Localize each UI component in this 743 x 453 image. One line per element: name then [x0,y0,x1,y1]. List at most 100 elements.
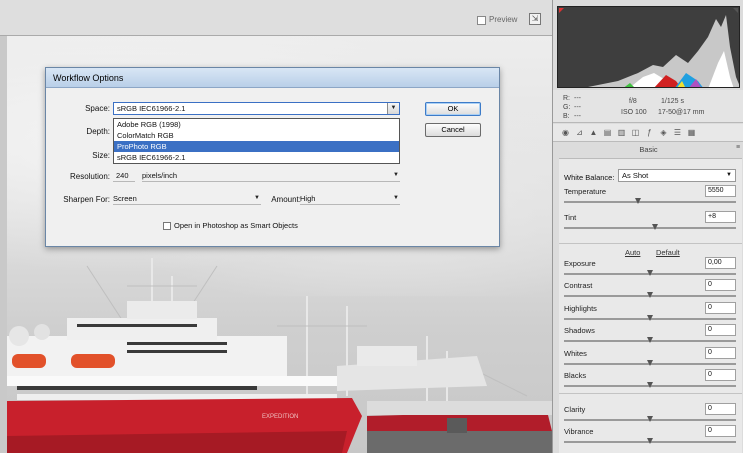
slider-label: Blacks [564,371,587,380]
white-balance-label: White Balance: [564,173,615,182]
slider-handle[interactable] [647,337,653,343]
ship-name: EXPEDITION [262,414,298,420]
slider-value-input[interactable]: 0 [705,324,736,336]
slider-track[interactable] [564,438,736,444]
resolution-label: Resolution: [69,172,110,181]
space-option-highlighted[interactable]: ProPhoto RGB [114,141,399,152]
slider-label: Whites [564,349,587,358]
slider-track[interactable] [564,315,736,321]
space-dropdown[interactable]: sRGB IEC61966-2.1 ▼ [113,102,400,115]
g-value: --- [574,104,581,111]
slider-track[interactable] [564,270,736,276]
basic-panel: White Balance: As Shot ▼ Temperature 5550… [559,158,742,453]
effects-icon[interactable]: ƒ [645,128,654,137]
basic-tab-icon[interactable]: ◉ [561,128,570,137]
dialog-title: Workflow Options [46,68,499,88]
aperture: f/8 [629,98,637,105]
slider-value-input[interactable]: 0,00 [705,257,736,269]
slider-handle[interactable] [647,292,653,298]
iso: ISO 100 [621,109,647,116]
auto-link[interactable]: Auto [625,248,640,257]
preview-label: Preview [489,15,518,24]
lens-corrections-icon[interactable]: ◫ [631,128,640,137]
tone-curve-icon[interactable]: ⊿ [575,128,584,137]
camera-raw-panel: R: --- G: --- B: --- f/8 1/125 s ISO 100… [552,0,743,453]
slider-handle[interactable] [647,416,653,422]
slider-value-input[interactable]: 0 [705,403,736,415]
slider-label: Tint [564,213,577,222]
g-label: G: [563,104,571,111]
preview-toolbar: Preview ⇲ [0,0,552,36]
highlight-clipping-icon[interactable] [733,8,738,13]
camera-calibration-icon[interactable]: ◈ [659,128,668,137]
slider-handle[interactable] [647,360,653,366]
amount-label: Amount: [271,195,301,204]
slider-track[interactable] [564,198,736,204]
slider-value-input[interactable]: 0 [705,425,736,437]
slider-label: Contrast [564,281,593,290]
space-option[interactable]: ColorMatch RGB [114,130,399,141]
slider-label: Clarity [564,405,586,414]
panel-menu-icon[interactable]: ≡ [736,144,740,151]
smart-objects-checkbox[interactable] [163,222,171,230]
amount-value: High [300,194,316,203]
slider-track[interactable] [564,360,736,366]
panel-tabs: ◉ ⊿ ▲ ▤ ▥ ◫ ƒ ◈ ☰ ▦ [553,124,743,142]
ok-button[interactable]: OK [425,102,481,116]
slider-handle[interactable] [652,224,659,230]
white-balance-select[interactable]: As Shot ▼ [618,169,736,182]
slider-label: Exposure [564,259,596,268]
resolution-unit-select[interactable]: pixels/inch ▼ [142,170,400,182]
r-label: R: [563,95,570,102]
divider [559,393,742,394]
slider-value-input[interactable]: 0 [705,279,736,291]
chevron-down-icon: ▼ [393,195,399,201]
presets-icon[interactable]: ☰ [673,128,682,137]
fullscreen-icon[interactable]: ⇲ [529,13,541,25]
space-option[interactable]: sRGB IEC61966-2.1 [114,152,399,163]
slider-handle[interactable] [647,438,653,444]
slider-handle[interactable] [647,315,653,321]
histogram [557,6,740,88]
sharpen-for-select[interactable]: Screen ▼ [113,193,261,205]
slider-track[interactable] [564,382,736,388]
slider-value-input[interactable]: 0 [705,369,736,381]
detail-icon[interactable]: ▲ [589,128,598,137]
default-link[interactable]: Default [656,248,680,257]
slider-handle[interactable] [647,382,653,388]
b-label: B: [563,113,570,120]
slider-value-input[interactable]: +8 [705,211,736,223]
resolution-input[interactable]: 240 [113,170,135,182]
chevron-down-icon: ▼ [726,172,732,178]
sharpen-for-label: Sharpen For: [63,195,110,204]
depth-label: Depth: [86,127,110,136]
sharpen-for-value: Screen [113,194,137,203]
slider-track[interactable] [564,337,736,343]
slider-handle[interactable] [634,198,641,204]
snapshots-icon[interactable]: ▦ [687,128,696,137]
workflow-options-dialog: Workflow Options Space: sRGB IEC61966-2.… [45,67,500,247]
shadow-clipping-icon[interactable] [559,8,564,13]
slider-value-input[interactable]: 0 [705,302,736,314]
slider-track[interactable] [564,416,736,422]
space-label: Space: [85,104,110,113]
space-value: sRGB IEC61966-2.1 [117,104,186,113]
split-toning-icon[interactable]: ▥ [617,128,626,137]
info-readout: R: --- G: --- B: --- f/8 1/125 s ISO 100… [553,90,743,123]
amount-select[interactable]: High ▼ [300,193,400,205]
divider [559,243,742,244]
space-option[interactable]: Adobe RGB (1998) [114,119,399,130]
slider-label: Highlights [564,304,597,313]
image-preview-area: Preview ⇲ EXPEDITION Workflow Options Sp… [0,0,552,453]
slider-track[interactable] [564,224,736,230]
slider-track[interactable] [564,292,736,298]
slider-value-input[interactable]: 5550 [705,185,736,197]
slider-value-input[interactable]: 0 [705,347,736,359]
cancel-button[interactable]: Cancel [425,123,481,137]
r-value: --- [574,95,581,102]
hsl-icon[interactable]: ▤ [603,128,612,137]
panel-title: Basic [639,145,658,154]
chevron-down-icon[interactable]: ▼ [387,103,399,114]
slider-handle[interactable] [647,270,653,276]
preview-checkbox[interactable] [477,16,486,25]
